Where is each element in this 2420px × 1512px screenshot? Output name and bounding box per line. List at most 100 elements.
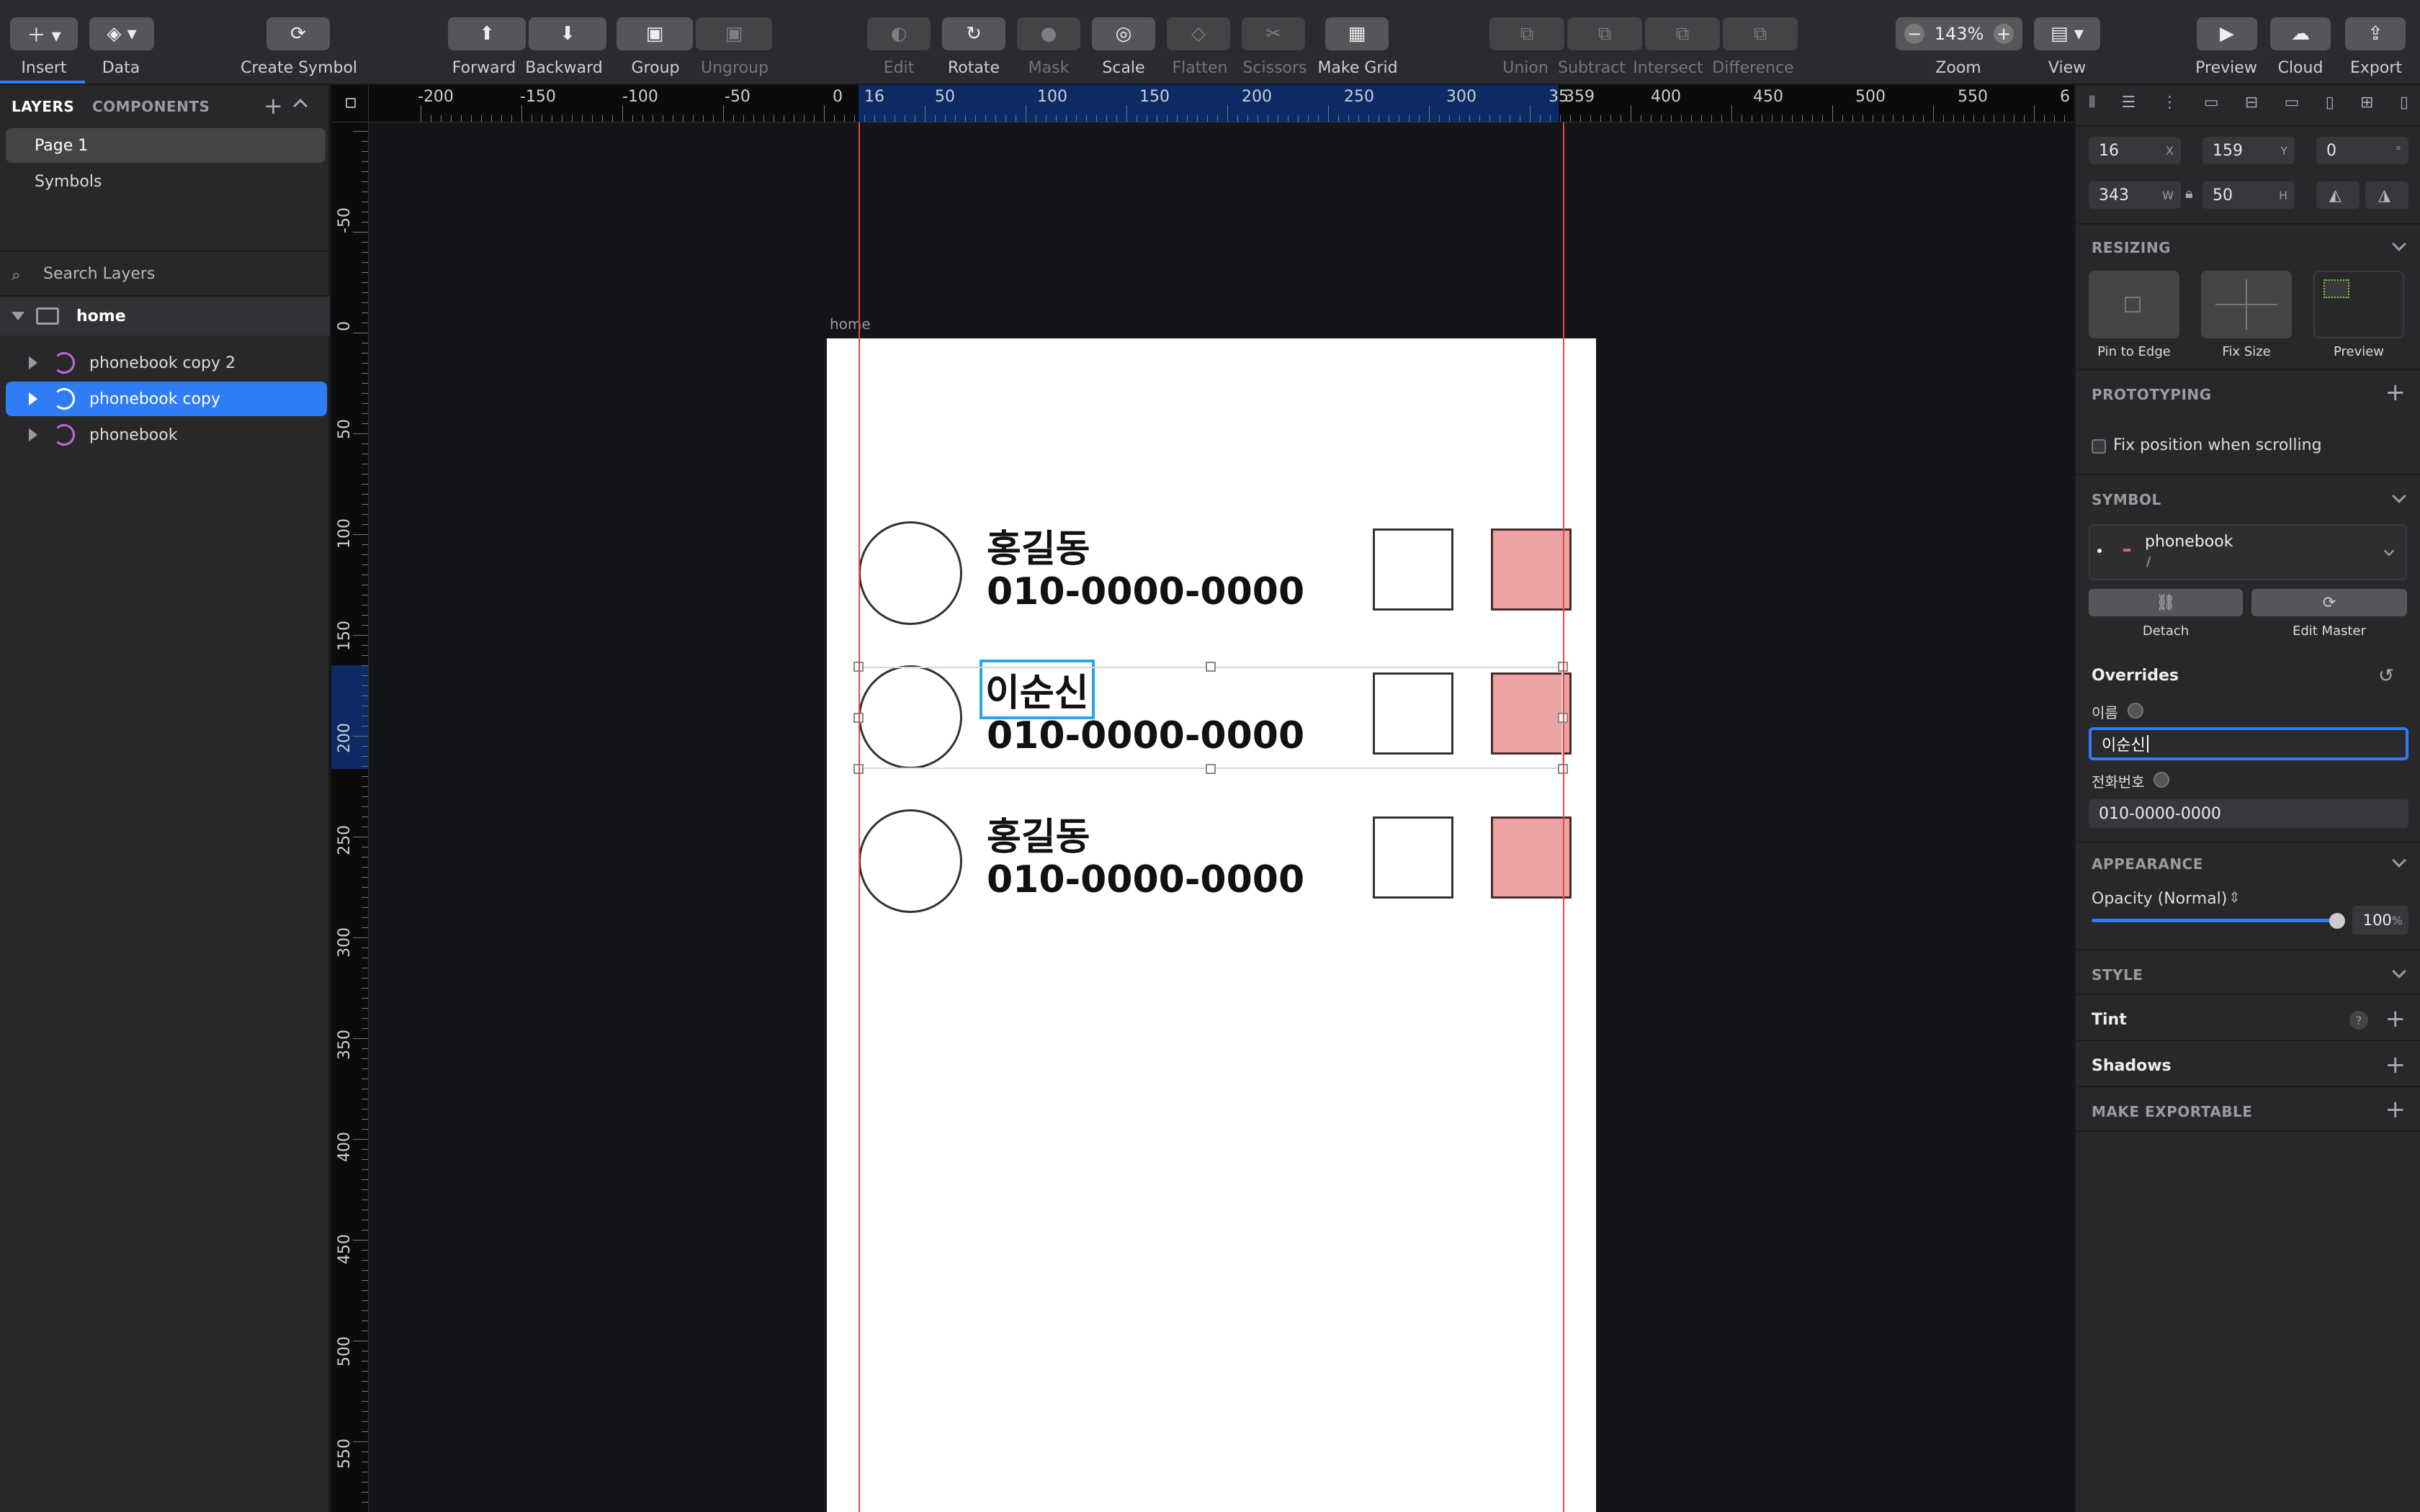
avatar-circle[interactable] (859, 521, 962, 625)
align-middle-icon[interactable]: ⊞ (2360, 94, 2373, 120)
updown-icon[interactable]: ⇕ (2228, 888, 2241, 906)
override-name-input[interactable]: 이순신 (2089, 727, 2408, 760)
opacity-slider-track[interactable] (2092, 919, 2336, 922)
preview-button[interactable]: ▶ (2197, 17, 2257, 50)
fix-size-widget[interactable] (2201, 271, 2292, 338)
x-field[interactable]: 16 X (2089, 137, 2181, 164)
intersect-button[interactable]: ⧉ (1645, 17, 1720, 50)
group-button[interactable]: ▣ (617, 17, 693, 50)
lock-ratio-icon[interactable]: 🔒︎ (2185, 184, 2193, 202)
backward-button[interactable]: ⬇ (529, 17, 606, 50)
align-top-icon[interactable]: ▯ (2326, 94, 2334, 120)
disclosure-icon[interactable] (29, 356, 37, 369)
edit-master-button[interactable]: ⟳ (2251, 589, 2407, 616)
chevron-down-icon[interactable] (2392, 489, 2406, 503)
add-export-icon[interactable]: + (2385, 1097, 2406, 1122)
rotation-field[interactable]: 0 ° (2316, 137, 2408, 164)
add-prototyping-icon[interactable]: + (2385, 380, 2406, 405)
disclosure-open-icon[interactable] (12, 312, 24, 320)
page-item-symbols[interactable]: Symbols (6, 164, 326, 199)
contact-name[interactable]: 홍길동 (987, 806, 1090, 860)
layer-item-phonebook-copy[interactable]: phonebook copy (6, 382, 327, 416)
opacity-mode-label[interactable]: Opacity (Normal) (2092, 890, 2227, 908)
edit-button[interactable]: ◐ (867, 17, 931, 50)
insert-button[interactable]: ＋ ▾ (10, 17, 78, 50)
disclosure-icon[interactable] (29, 428, 37, 441)
guide-line-right[interactable] (1563, 122, 1564, 1512)
align-center-icon[interactable]: ⊟ (2245, 94, 2258, 120)
opacity-slider-thumb[interactable] (2329, 913, 2345, 929)
lock-icon[interactable] (346, 98, 356, 108)
chevron-down-icon[interactable] (2392, 964, 2406, 978)
canvas[interactable]: home 홍길동 010-0000-0000 이순신 010-0000-0000… (369, 122, 2074, 1512)
flip-vertical-button[interactable]: ◮ (2365, 181, 2408, 209)
zoom-out-icon[interactable]: − (1904, 24, 1924, 44)
resize-handle[interactable] (1206, 662, 1216, 672)
rotate-button[interactable]: ↻ (942, 17, 1005, 50)
create-symbol-button[interactable]: ⟳ (266, 17, 330, 50)
resize-handle[interactable] (1206, 764, 1216, 774)
guide-line-left[interactable] (859, 122, 860, 1512)
contact-phone[interactable]: 010-0000-0000 (987, 858, 1304, 901)
export-button[interactable]: ⇪ (2345, 17, 2406, 50)
help-icon[interactable]: ? (2349, 1011, 2368, 1030)
action-box[interactable] (1373, 528, 1453, 611)
align-right-icon[interactable]: ▭ (2285, 94, 2300, 120)
zoom-value[interactable]: 143% (1935, 24, 1984, 44)
artboard-home[interactable]: 홍길동 010-0000-0000 이순신 010-0000-0000 홍길동 … (827, 338, 1596, 1512)
distribute-horizontal-icon[interactable]: ⫴ (2089, 94, 2095, 120)
add-page-icon[interactable]: + (264, 92, 283, 120)
detach-button[interactable]: ⛓ (2089, 589, 2243, 616)
contact-name[interactable]: 홍길동 (987, 518, 1090, 572)
layer-artboard-home[interactable]: home (0, 297, 330, 336)
chevron-down-icon[interactable] (2392, 853, 2406, 868)
action-box-pink[interactable] (1491, 816, 1572, 899)
search-layers-input[interactable]: Search Layers (43, 265, 155, 283)
forward-button[interactable]: ⬆ (448, 17, 526, 50)
more-icon[interactable]: ⋮ (2162, 94, 2178, 120)
add-tint-icon[interactable]: + (2385, 1007, 2406, 1031)
fix-position-checkbox[interactable] (2092, 439, 2106, 454)
make-grid-button[interactable]: ▦ (1325, 17, 1389, 50)
view-button[interactable]: ▤ ▾ (2034, 17, 2100, 50)
difference-button[interactable]: ⧉ (1723, 17, 1798, 50)
data-button[interactable]: ◈ ▾ (89, 17, 154, 50)
chevron-down-icon[interactable] (2392, 237, 2406, 251)
artboard-title[interactable]: home (830, 315, 871, 333)
ruler-top[interactable]: -200 -150 -100 -50 0 16 50 100 150 200 2… (369, 85, 2074, 122)
page-item-page1[interactable]: Page 1 (6, 128, 326, 163)
collapse-pages-icon[interactable] (293, 99, 308, 113)
opacity-input[interactable]: 100% (2352, 906, 2408, 935)
zoom-in-icon[interactable]: + (1994, 24, 2014, 44)
align-bottom-icon[interactable]: ▯ (2400, 94, 2408, 120)
reset-overrides-icon[interactable]: ↺ (2378, 665, 2394, 687)
tab-layers[interactable]: LAYERS (12, 98, 74, 115)
y-field[interactable]: 159 Y (2202, 137, 2295, 164)
ruler-left[interactable]: -50 0 50 100 150 200 250 300 350 400 450… (331, 122, 369, 1512)
scale-button[interactable]: ◎ (1092, 17, 1155, 50)
distribute-vertical-icon[interactable]: ☰ (2122, 94, 2136, 120)
add-shadow-icon[interactable]: + (2385, 1053, 2406, 1077)
flatten-button[interactable]: ◇ (1167, 17, 1230, 50)
mask-button[interactable]: ● (1017, 17, 1080, 50)
ungroup-button[interactable]: ▣ (696, 17, 772, 50)
action-box-pink[interactable] (1491, 528, 1572, 611)
pin-to-edge-widget[interactable] (2089, 271, 2179, 338)
override-phone-input[interactable]: 010-0000-0000 (2089, 799, 2408, 828)
avatar-circle[interactable] (859, 809, 962, 913)
symbol-picker[interactable]: phonebook / (2089, 524, 2407, 580)
scissors-button[interactable]: ✂ (1242, 17, 1305, 50)
action-box[interactable] (1373, 816, 1453, 899)
flip-horizontal-button[interactable]: ◭ (2316, 181, 2360, 209)
width-field[interactable]: 343 W (2089, 181, 2181, 209)
layer-item-phonebook[interactable]: phonebook (6, 418, 327, 452)
contact-phone[interactable]: 010-0000-0000 (987, 570, 1304, 613)
cloud-button[interactable]: ☁ (2270, 17, 2331, 50)
height-field[interactable]: 50 H (2202, 181, 2295, 209)
align-left-icon[interactable]: ▭ (2204, 94, 2219, 120)
subtract-button[interactable]: ⧉ (1567, 17, 1642, 50)
disclosure-icon[interactable] (29, 392, 37, 405)
union-button[interactable]: ⧉ (1489, 17, 1564, 50)
tab-components[interactable]: COMPONENTS (92, 98, 210, 115)
layer-item-phonebook-copy-2[interactable]: phonebook copy 2 (6, 346, 327, 380)
